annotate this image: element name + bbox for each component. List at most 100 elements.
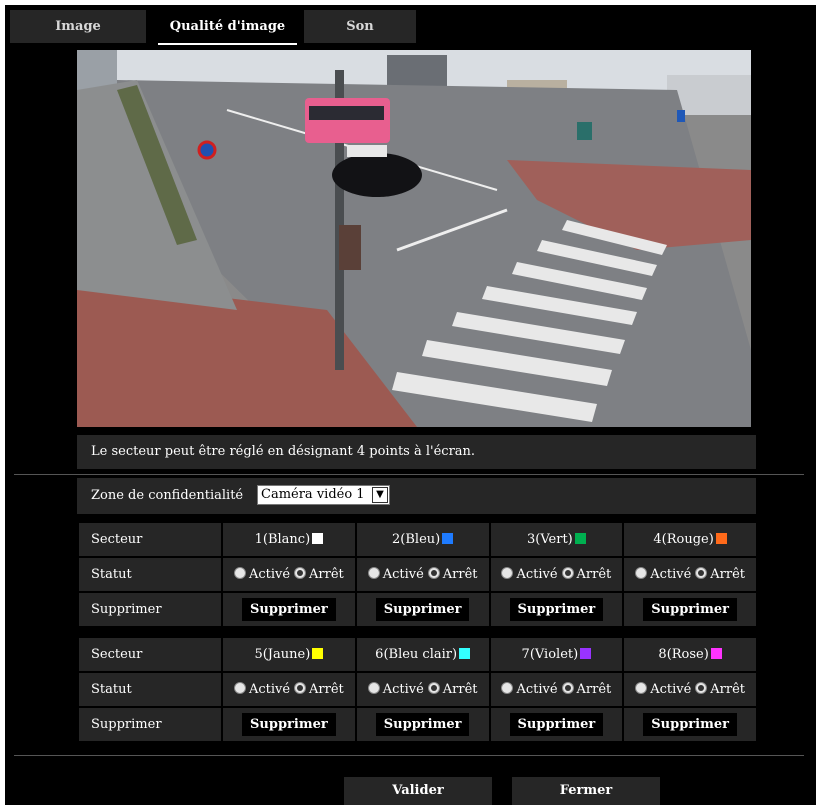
tab-image[interactable]: Image — [10, 10, 146, 43]
radio-active[interactable] — [501, 567, 514, 579]
radio-active[interactable] — [233, 682, 246, 694]
supprimer-label: Supprimer — [79, 593, 221, 626]
supprimer-label: Supprimer — [79, 708, 221, 741]
active-label: Activé — [382, 682, 424, 697]
status-cell: Activé Arrêt — [223, 558, 355, 591]
active-label: Activé — [516, 682, 558, 697]
arret-label: Arrêt — [309, 682, 344, 697]
radio-active[interactable] — [367, 567, 380, 579]
arret-label: Arrêt — [576, 682, 612, 697]
delete-button[interactable]: Supprimer — [509, 713, 604, 736]
active-label: Activé — [382, 567, 424, 582]
delete-cell: Supprimer — [490, 593, 623, 626]
status-cell: Activé Arrêt — [223, 673, 355, 706]
sector-3: 3(Vert) — [490, 523, 623, 556]
secteur-label: Secteur — [79, 523, 221, 556]
radio-arret[interactable] — [294, 682, 307, 694]
statut-label: Statut — [79, 673, 221, 706]
status-cell: Activé Arrêt — [356, 558, 489, 591]
table-row: Statut Activé Arrêt Activé Arrêt Activé Arr… — [79, 558, 756, 591]
privacy-zone-row: Zone de confidentialité Caméra vidéo 1 ▼ — [77, 478, 756, 514]
table-row: Supprimer Supprimer Supprimer Supprimer … — [79, 708, 756, 741]
radio-arret[interactable] — [695, 567, 708, 579]
delete-cell: Supprimer — [356, 593, 489, 626]
arret-label: Arrêt — [576, 567, 612, 582]
radio-active[interactable] — [501, 682, 514, 694]
tab-qualite-image[interactable]: Qualité d'image — [158, 10, 297, 45]
arret-label: Arrêt — [442, 567, 478, 582]
chevron-down-icon[interactable]: ▼ — [372, 487, 388, 503]
delete-cell: Supprimer — [624, 708, 756, 741]
camera-select-value: Caméra vidéo 1 — [261, 487, 365, 502]
radio-active[interactable] — [635, 682, 648, 694]
color-swatch — [715, 533, 727, 544]
sector-name: 6(Bleu clair) — [375, 647, 458, 662]
close-button[interactable]: Fermer — [512, 777, 660, 805]
sector-5: 5(Jaune) — [223, 638, 355, 671]
color-swatch — [710, 648, 722, 659]
delete-button[interactable]: Supprimer — [509, 598, 604, 621]
table-row: Statut Activé Arrêt Activé Arrêt Activé Arr… — [79, 673, 756, 706]
delete-cell: Supprimer — [490, 708, 623, 741]
delete-button[interactable]: Supprimer — [643, 713, 737, 736]
color-swatch — [312, 533, 324, 544]
active-label: Activé — [248, 567, 291, 582]
divider — [14, 474, 804, 475]
delete-button[interactable]: Supprimer — [375, 598, 470, 621]
radio-arret[interactable] — [427, 682, 440, 694]
radio-arret[interactable] — [427, 567, 440, 579]
sector-6: 6(Bleu clair) — [356, 638, 489, 671]
color-swatch — [442, 533, 454, 544]
radio-active[interactable] — [367, 682, 380, 694]
color-swatch — [580, 648, 592, 659]
sector-2: 2(Bleu) — [356, 523, 489, 556]
sector-table-1: Secteur 1(Blanc) 2(Bleu) 3(Vert) 4(Rouge… — [77, 521, 758, 628]
sector-name: 1(Blanc) — [254, 532, 311, 547]
delete-cell: Supprimer — [356, 708, 489, 741]
sector-name: 3(Vert) — [527, 532, 573, 547]
radio-active[interactable] — [635, 567, 648, 579]
sector-name: 7(Violet) — [521, 647, 579, 662]
camera-select[interactable]: Caméra vidéo 1 ▼ — [257, 485, 390, 505]
table-row: Secteur 1(Blanc) 2(Bleu) 3(Vert) 4(Rouge… — [79, 523, 756, 556]
secteur-label: Secteur — [79, 638, 221, 671]
sector-table-2: Secteur 5(Jaune) 6(Bleu clair) 7(Violet)… — [77, 636, 758, 743]
radio-arret[interactable] — [561, 682, 574, 694]
radio-arret[interactable] — [561, 567, 574, 579]
status-cell: Activé Arrêt — [624, 558, 756, 591]
delete-cell: Supprimer — [223, 708, 355, 741]
camera-image[interactable] — [77, 50, 751, 427]
delete-button[interactable]: Supprimer — [242, 713, 336, 736]
radio-arret[interactable] — [695, 682, 708, 694]
active-label: Activé — [248, 682, 291, 697]
sector-8: 8(Rose) — [624, 638, 756, 671]
delete-button[interactable]: Supprimer — [242, 598, 336, 621]
delete-button[interactable]: Supprimer — [375, 713, 470, 736]
sector-7: 7(Violet) — [490, 638, 623, 671]
color-swatch — [312, 648, 324, 659]
tab-son[interactable]: Son — [304, 10, 416, 43]
info-message: Le secteur peut être réglé en désignant … — [77, 435, 756, 469]
status-cell: Activé Arrêt — [490, 558, 623, 591]
radio-active[interactable] — [233, 567, 246, 579]
statut-label: Statut — [79, 558, 221, 591]
delete-button[interactable]: Supprimer — [643, 598, 737, 621]
arret-label: Arrêt — [710, 567, 746, 582]
arret-label: Arrêt — [442, 682, 478, 697]
privacy-zone-label: Zone de confidentialité — [91, 488, 244, 503]
sector-1: 1(Blanc) — [223, 523, 355, 556]
active-label: Activé — [650, 682, 692, 697]
validate-button[interactable]: Valider — [344, 777, 492, 805]
arret-label: Arrêt — [309, 567, 344, 582]
radio-arret[interactable] — [294, 567, 307, 579]
sector-name: 2(Bleu) — [392, 532, 441, 547]
arret-label: Arrêt — [710, 682, 746, 697]
color-swatch — [574, 533, 586, 544]
delete-cell: Supprimer — [223, 593, 355, 626]
status-cell: Activé Arrêt — [490, 673, 623, 706]
sector-name: 5(Jaune) — [254, 647, 311, 662]
status-cell: Activé Arrêt — [624, 673, 756, 706]
table-row: Secteur 5(Jaune) 6(Bleu clair) 7(Violet)… — [79, 638, 756, 671]
table-row: Supprimer Supprimer Supprimer Supprimer … — [79, 593, 756, 626]
sector-name: 8(Rose) — [658, 647, 709, 662]
